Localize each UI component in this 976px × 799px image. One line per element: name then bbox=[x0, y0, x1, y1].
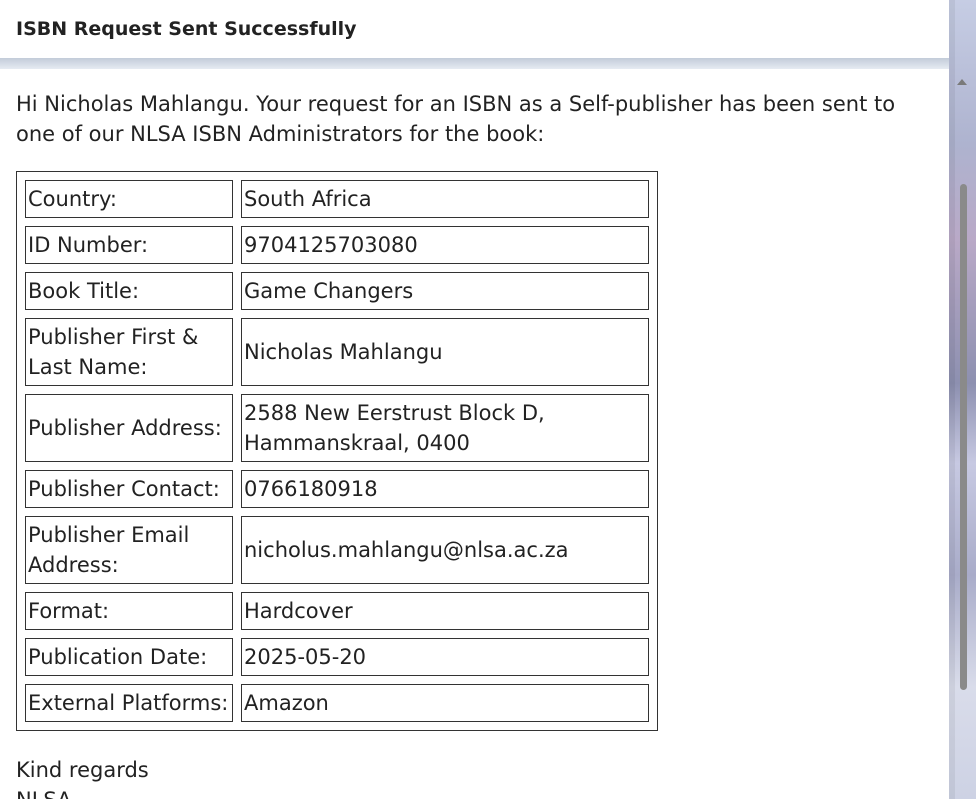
row-value: 0766180918 bbox=[241, 470, 649, 508]
table-row: Country: South Africa bbox=[25, 180, 649, 218]
dialog-title: ISBN Request Sent Successfully bbox=[16, 18, 357, 40]
closing-sender: NLSA bbox=[16, 785, 933, 799]
row-value: 2588 New Eerstrust Block D, Hammanskraal… bbox=[241, 394, 649, 462]
window-edge-shadow bbox=[949, 0, 955, 799]
row-label: Country: bbox=[25, 180, 233, 218]
row-value: South Africa bbox=[241, 180, 649, 218]
row-value: Amazon bbox=[241, 684, 649, 722]
row-label: ID Number: bbox=[25, 226, 233, 264]
table-row: ID Number: 9704125703080 bbox=[25, 226, 649, 264]
row-value: nicholus.mahlangu@nlsa.ac.za bbox=[241, 516, 649, 584]
row-label: Publisher Email Address: bbox=[25, 516, 233, 584]
table-row: Book Title: Game Changers bbox=[25, 272, 649, 310]
closing-signature: Kind regards NLSA bbox=[16, 755, 933, 799]
table-row: External Platforms: Amazon bbox=[25, 684, 649, 722]
row-label: External Platforms: bbox=[25, 684, 233, 722]
table-row: Publisher First & Last Name: Nicholas Ma… bbox=[25, 318, 649, 386]
header-divider bbox=[0, 58, 949, 69]
scroll-up-arrow-icon[interactable] bbox=[957, 79, 967, 85]
table-row: Publisher Contact: 0766180918 bbox=[25, 470, 649, 508]
row-label: Publisher Address: bbox=[25, 394, 233, 462]
table-row: Format: Hardcover bbox=[25, 592, 649, 630]
row-label: Publisher First & Last Name: bbox=[25, 318, 233, 386]
table-row: Publisher Email Address: nicholus.mahlan… bbox=[25, 516, 649, 584]
vertical-scrollbar-thumb[interactable] bbox=[960, 184, 967, 690]
row-label: Publication Date: bbox=[25, 638, 233, 676]
row-label: Book Title: bbox=[25, 272, 233, 310]
row-value: Nicholas Mahlangu bbox=[241, 318, 649, 386]
table-row: Publisher Address: 2588 New Eerstrust Bl… bbox=[25, 394, 649, 462]
book-details-table: Country: South Africa ID Number: 9704125… bbox=[16, 171, 658, 731]
message-body: Hi Nicholas Mahlangu. Your request for a… bbox=[0, 69, 949, 799]
intro-text: Hi Nicholas Mahlangu. Your request for a… bbox=[16, 92, 896, 146]
row-value: Game Changers bbox=[241, 272, 649, 310]
row-label: Format: bbox=[25, 592, 233, 630]
row-value: Hardcover bbox=[241, 592, 649, 630]
closing-regards: Kind regards bbox=[16, 758, 149, 782]
dialog-window: ISBN Request Sent Successfully Hi Nichol… bbox=[0, 0, 949, 799]
dialog-titlebar: ISBN Request Sent Successfully bbox=[0, 0, 949, 58]
table-row: Publication Date: 2025-05-20 bbox=[25, 638, 649, 676]
row-value: 9704125703080 bbox=[241, 226, 649, 264]
row-value: 2025-05-20 bbox=[241, 638, 649, 676]
row-label: Publisher Contact: bbox=[25, 470, 233, 508]
